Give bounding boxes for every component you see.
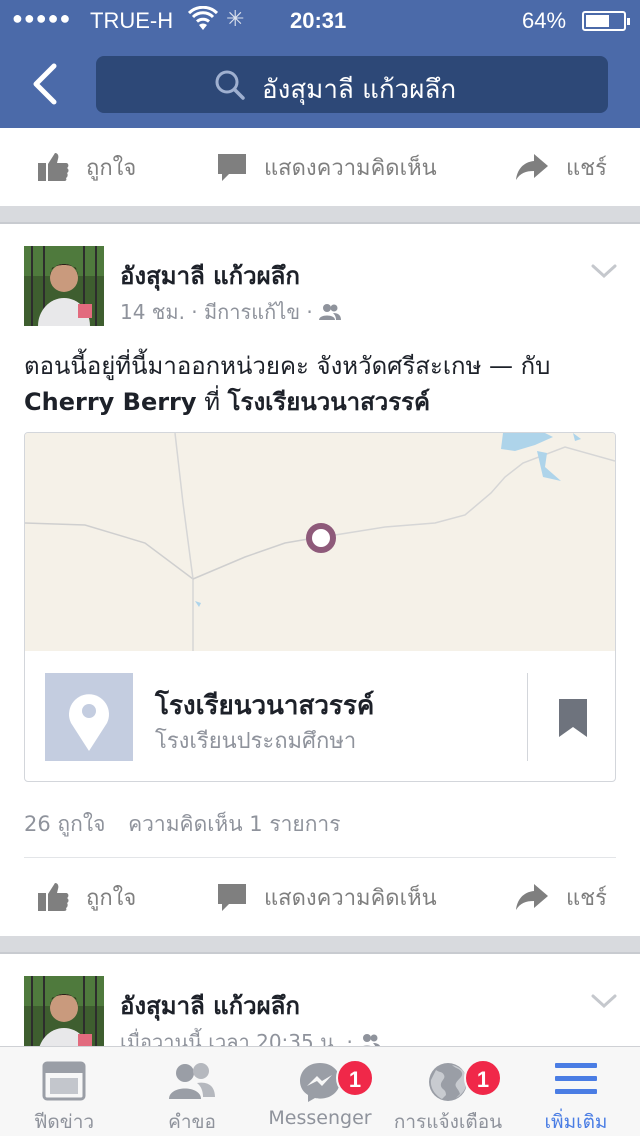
post-text: ตอนนี้อยู่ที่นี้มาออกหน่วยคะ จังหวัดศรีส… — [24, 352, 551, 380]
messenger-icon — [300, 1063, 340, 1102]
post-meta: 14 ชม. · มีการแก้ไข · — [120, 296, 342, 328]
post-author[interactable]: อังสุมาลี แก้วผลึก — [120, 256, 300, 295]
feed-divider — [0, 936, 640, 954]
status-bar: ●●●●● TRUE-H ✳ 20:31 64% — [0, 0, 640, 40]
like-label: ถูกใจ — [86, 885, 137, 911]
tab-label: Messenger — [268, 1107, 372, 1129]
tab-messenger[interactable]: 1 Messenger — [256, 1047, 384, 1137]
reaction-counts: 26 ถูกใจ ความคิดเห็น 1 รายการ — [24, 808, 341, 841]
post-actions: ถูกใจ แสดงความคิดเห็น แชร์ — [0, 858, 640, 936]
like-icon — [38, 883, 69, 911]
comment-icon — [218, 154, 246, 181]
meta-separator: · — [306, 300, 320, 324]
comment-icon — [218, 884, 246, 911]
card-divider — [527, 673, 528, 761]
share-icon — [516, 884, 548, 910]
feed-divider — [0, 206, 640, 224]
place-link[interactable]: โรงเรียนวนาสวรรค์ — [228, 388, 430, 416]
post-author[interactable]: อังสุมาลี แก้วผลึก — [120, 986, 300, 1025]
post-options-chevron-icon[interactable] — [590, 992, 618, 1014]
signal-strength: ●●●●● — [12, 8, 72, 28]
battery-icon — [582, 11, 630, 31]
news-feed-icon — [42, 1061, 86, 1101]
map-preview[interactable] — [25, 433, 615, 651]
save-bookmark-icon[interactable] — [559, 699, 587, 741]
meta-separator: · — [191, 300, 204, 324]
place-name: โรงเรียนวนาสวรรค์ — [155, 691, 375, 721]
like-icon — [38, 153, 69, 181]
meta-separator: · — [346, 1030, 360, 1046]
post-text-tags: Cherry Berry ที่ โรงเรียนวนาสวรรค์ — [24, 382, 430, 421]
battery-level — [586, 15, 610, 27]
comment-label: แสดงความคิดเห็น — [264, 155, 437, 181]
bottom-tab-bar: ฟีดข่าว คำขอ 1 Messenger 1 การแจ้งเตือน … — [0, 1046, 640, 1136]
like-button[interactable]: ถูกใจ — [36, 128, 136, 206]
share-label: แชร์ — [566, 885, 607, 911]
share-label: แชร์ — [566, 155, 607, 181]
notifications-badge: 1 — [464, 1059, 502, 1097]
tab-more[interactable]: เพิ่มเติม — [512, 1047, 640, 1137]
share-icon — [516, 154, 548, 180]
feed-post: อังสุมาลี แก้วผลึก เมื่อวานนี้ เวลา 20:3… — [0, 954, 640, 1046]
battery-percent: 64% — [522, 8, 567, 33]
carrier-name: TRUE-H — [90, 8, 174, 33]
activity-spinner-icon: ✳ — [226, 6, 245, 31]
tab-label: คำขอ — [168, 1111, 216, 1133]
place-card[interactable]: โรงเรียนวนาสวรรค์ โรงเรียนประถมศึกษา — [24, 432, 616, 782]
tab-label: ฟีดข่าว — [33, 1111, 95, 1133]
post-time[interactable]: เมื่อวานนี้ เวลา 20:35 น. — [120, 1030, 340, 1046]
avatar[interactable] — [24, 976, 104, 1046]
map-pin-icon — [306, 523, 336, 553]
tab-news-feed[interactable]: ฟีดข่าว — [0, 1047, 128, 1137]
previous-post-actions: ถูกใจ แสดงความคิดเห็น แชร์ — [0, 128, 640, 206]
friends-privacy-icon — [319, 304, 342, 320]
place-category: โรงเรียนประถมศึกษา — [155, 729, 357, 754]
back-button[interactable] — [28, 62, 64, 106]
post-edited[interactable]: มีการแก้ไข — [204, 300, 300, 324]
like-label: ถูกใจ — [86, 155, 137, 181]
comment-label: แสดงความคิดเห็น — [264, 885, 437, 911]
messenger-badge: 1 — [336, 1059, 374, 1097]
tab-friend-requests[interactable]: คำขอ — [128, 1047, 256, 1137]
tab-label: เพิ่มเติม — [544, 1111, 608, 1133]
post-meta: เมื่อวานนี้ เวลา 20:35 น. · — [120, 1026, 381, 1046]
search-bar[interactable]: อังสุมาลี แก้วผลึก — [96, 56, 608, 113]
search-icon — [214, 69, 246, 105]
status-time: 20:31 — [290, 8, 347, 33]
avatar[interactable] — [24, 246, 104, 326]
share-button[interactable]: แชร์ — [514, 858, 607, 936]
post-time[interactable]: 14 ชม. — [120, 300, 185, 324]
top-navigation-bar: ●●●●● TRUE-H ✳ 20:31 64% อังสุมาลี แก้วผ… — [0, 0, 640, 128]
wifi-icon — [187, 5, 219, 38]
menu-icon — [555, 1063, 597, 1094]
search-query: อังสุมาลี แก้วผลึก — [262, 75, 457, 105]
tab-label: การแจ้งเตือน — [393, 1111, 503, 1133]
globe-icon — [429, 1063, 467, 1101]
at-word: ที่ — [204, 388, 221, 416]
place-thumbnail — [45, 673, 133, 761]
likes-count[interactable]: 26 ถูกใจ — [24, 812, 105, 836]
like-button[interactable]: ถูกใจ — [36, 858, 136, 936]
share-button[interactable]: แชร์ — [514, 128, 607, 206]
friends-privacy-icon — [363, 1034, 381, 1046]
friend-requests-icon — [169, 1063, 215, 1099]
comment-button[interactable]: แสดงความคิดเห็น — [216, 128, 437, 206]
post-options-chevron-icon[interactable] — [590, 262, 618, 284]
comment-button[interactable]: แสดงความคิดเห็น — [216, 858, 437, 936]
tagged-friend-link[interactable]: Cherry Berry — [24, 388, 197, 416]
tab-notifications[interactable]: 1 การแจ้งเตือน — [384, 1047, 512, 1137]
comments-count[interactable]: ความคิดเห็น 1 รายการ — [128, 812, 340, 836]
